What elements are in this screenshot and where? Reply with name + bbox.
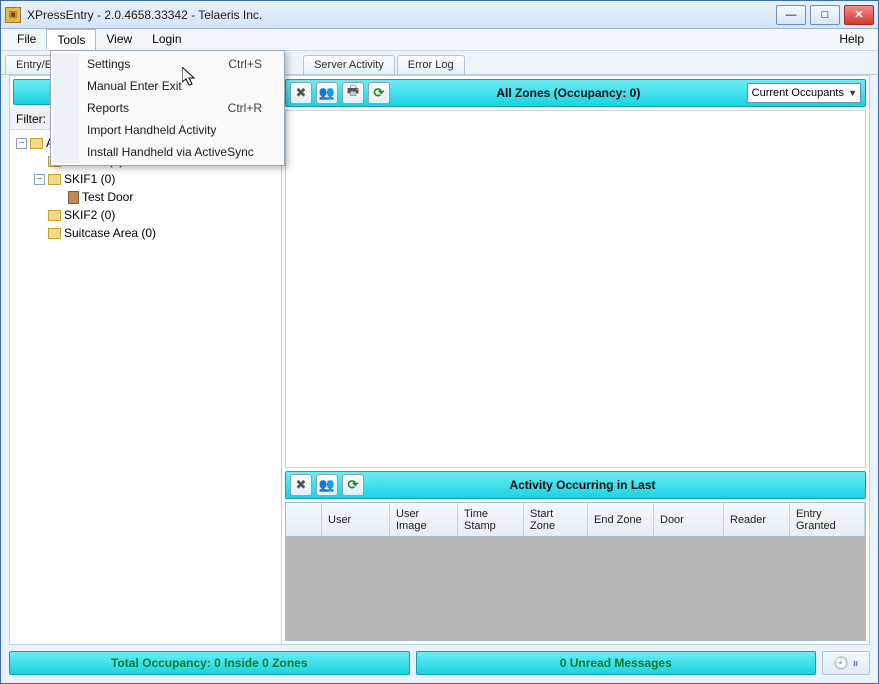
col-blank[interactable] <box>286 503 322 536</box>
col-reader[interactable]: Reader <box>724 503 790 536</box>
print-icon[interactable]: 🖶 <box>342 82 364 104</box>
app-icon: ▣ <box>5 7 21 23</box>
settings-icon[interactable]: ✖ <box>290 474 312 496</box>
activity-grid: User User Image Time Stamp Start Zone En… <box>285 502 866 641</box>
users-icon[interactable]: 👥 <box>316 82 338 104</box>
menu-file[interactable]: File <box>7 29 46 50</box>
clock-icon: 🕘 <box>834 656 849 670</box>
tab-server-activity[interactable]: Server Activity <box>303 55 395 74</box>
col-user[interactable]: User <box>322 503 390 536</box>
occupants-dropdown[interactable]: Current Occupants <box>747 83 861 103</box>
menu-shortcut: Ctrl+R <box>228 101 262 115</box>
activity-header: ✖ 👥 ⟳ Activity Occurring in Last <box>285 471 866 499</box>
col-user-image[interactable]: User Image <box>390 503 458 536</box>
folder-icon <box>48 174 61 185</box>
statusbar: Total Occupancy: 0 Inside 0 Zones 0 Unre… <box>9 651 870 675</box>
grid-header: User User Image Time Stamp Start Zone En… <box>286 503 865 537</box>
status-messages: 0 Unread Messages <box>416 651 817 675</box>
menubar: File Tools View Login Help <box>1 29 878 51</box>
zone-title: All Zones (Occupancy: 0) <box>394 86 743 100</box>
menu-label: Install Handheld via ActiveSync <box>87 145 254 159</box>
menu-login[interactable]: Login <box>142 29 191 50</box>
col-end-zone[interactable]: End Zone <box>588 503 654 536</box>
menu-label: Import Handheld Activity <box>87 123 216 137</box>
folder-icon <box>48 228 61 239</box>
tools-reports[interactable]: Reports Ctrl+R <box>53 97 282 119</box>
tools-settings[interactable]: Settings Ctrl+S <box>53 53 282 75</box>
zone-header: ✖ 👥 🖶 ⟳ All Zones (Occupancy: 0) Current… <box>285 79 866 107</box>
minimize-button[interactable]: — <box>776 5 806 25</box>
tree-test-door[interactable]: Test Door <box>12 188 279 206</box>
collapse-icon[interactable]: − <box>34 174 45 185</box>
tree-label: Test Door <box>82 188 133 206</box>
occupants-dropdown-label: Current Occupants <box>752 87 844 99</box>
tree-label: SKIF1 (0) <box>64 170 115 188</box>
tools-install-handheld[interactable]: Install Handheld via ActiveSync <box>53 141 282 163</box>
settings-icon[interactable]: ✖ <box>290 82 312 104</box>
menu-view[interactable]: View <box>96 29 142 50</box>
col-entry-granted[interactable]: Entry Granted <box>790 503 865 536</box>
door-icon <box>68 191 79 204</box>
activity-panel: ✖ 👥 ⟳ Activity Occurring in Last User Us… <box>285 471 866 641</box>
col-time-stamp[interactable]: Time Stamp <box>458 503 524 536</box>
window-title: XPressEntry - 2.0.4658.33342 - Telaeris … <box>27 8 776 22</box>
menu-shortcut: Ctrl+S <box>228 57 262 71</box>
menu-tools[interactable]: Tools <box>46 29 96 50</box>
folder-icon <box>48 210 61 221</box>
tools-manual-enter-exit[interactable]: Manual Enter Exit <box>53 75 282 97</box>
tree-skif1[interactable]: − SKIF1 (0) <box>12 170 279 188</box>
activity-title: Activity Occurring in Last <box>368 478 797 492</box>
refresh-icon[interactable]: ⟳ <box>342 474 364 496</box>
pause-icon: ⏸ <box>852 656 858 671</box>
menu-help[interactable]: Help <box>831 29 872 50</box>
tree-suitcase[interactable]: Suitcase Area (0) <box>12 224 279 242</box>
status-occupancy: Total Occupancy: 0 Inside 0 Zones <box>9 651 410 675</box>
main-pane: ✖ 👥 🖶 ⟳ All Zones (Occupancy: 0) Current… <box>282 76 869 644</box>
menu-label: Manual Enter Exit <box>87 79 182 93</box>
collapse-icon[interactable]: − <box>16 138 27 149</box>
maximize-button[interactable]: □ <box>810 5 840 25</box>
users-icon[interactable]: 👥 <box>316 474 338 496</box>
tree-label: Suitcase Area (0) <box>64 224 156 242</box>
col-door[interactable]: Door <box>654 503 724 536</box>
status-icons: 🕘 ⏸ <box>822 651 870 675</box>
tools-import-handheld[interactable]: Import Handheld Activity <box>53 119 282 141</box>
refresh-icon[interactable]: ⟳ <box>368 82 390 104</box>
zone-body <box>285 110 866 468</box>
zone-tree: − All Outside (0) − SKIF1 (0) <box>10 130 281 644</box>
filter-label: Filter: <box>16 112 46 126</box>
close-button[interactable]: ✕ <box>844 5 874 25</box>
menu-label: Reports <box>87 101 129 115</box>
folder-icon <box>30 138 43 149</box>
tools-dropdown: Settings Ctrl+S Manual Enter Exit Report… <box>50 50 285 166</box>
col-start-zone[interactable]: Start Zone <box>524 503 588 536</box>
tree-label: SKIF2 (0) <box>64 206 115 224</box>
tab-error-log[interactable]: Error Log <box>397 55 465 74</box>
menu-label: Settings <box>87 57 130 71</box>
tree-skif2[interactable]: SKIF2 (0) <box>12 206 279 224</box>
titlebar: ▣ XPressEntry - 2.0.4658.33342 - Telaeri… <box>1 1 878 29</box>
